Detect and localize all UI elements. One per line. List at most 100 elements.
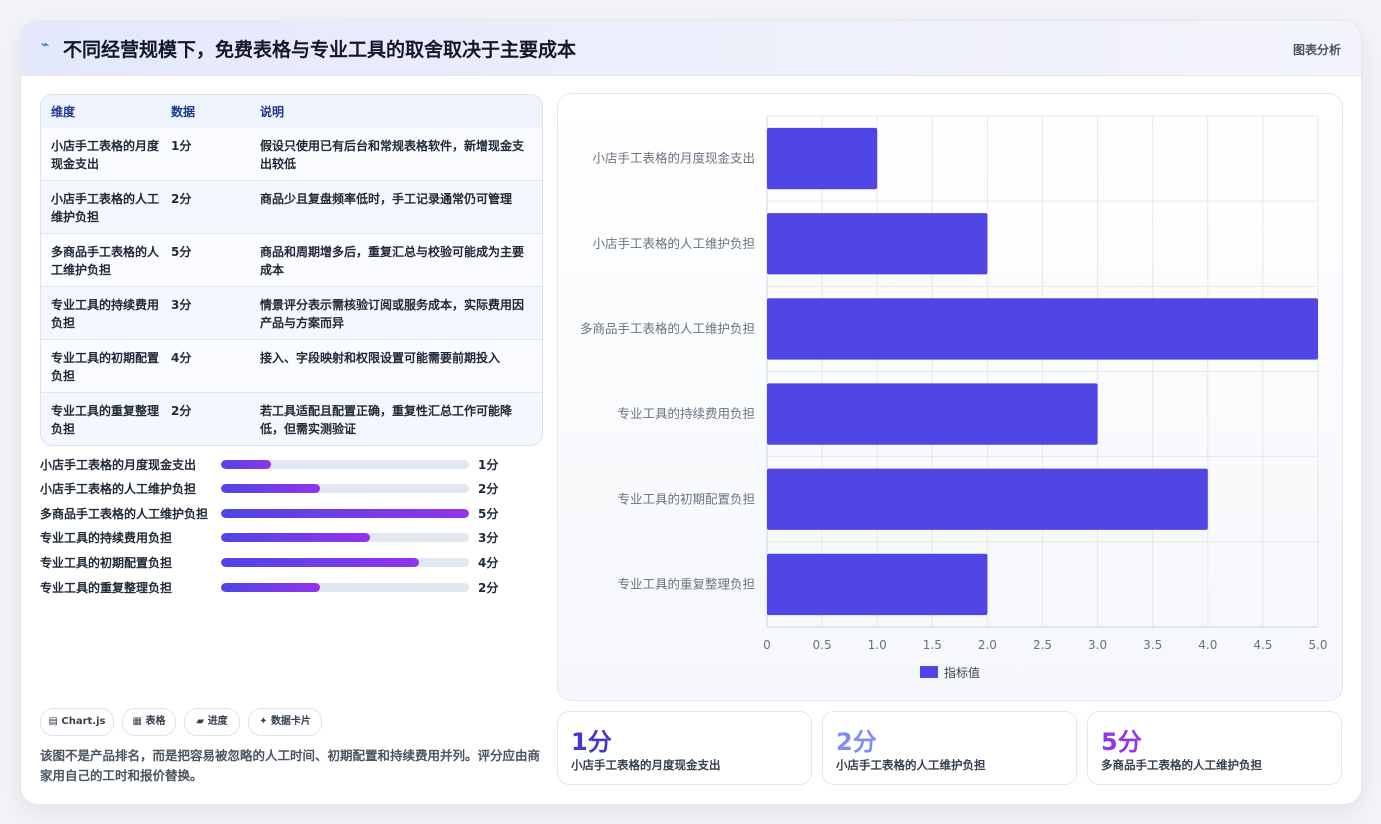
progress-icon: ▰ bbox=[196, 716, 205, 727]
chip-label: 数据卡片 bbox=[270, 716, 311, 727]
progress-value: 1分 bbox=[478, 458, 499, 472]
progress-label: 小店手工表格的月度现金支出 bbox=[40, 458, 197, 472]
progress-label: 专业工具的重复整理负担 bbox=[40, 581, 173, 595]
table-cell-dimension: 专业工具的持续费用负担 bbox=[51, 298, 160, 330]
x-tick-label: 0.5 bbox=[813, 638, 832, 652]
table-cell-dimension: 专业工具的初期配置负担 bbox=[51, 351, 160, 383]
progress-fill bbox=[221, 533, 370, 542]
progress-row: 多商品手工表格的人工维护负担 5分 bbox=[40, 504, 520, 522]
progress-label: 多商品手工表格的人工维护负担 bbox=[40, 507, 209, 521]
y-tick-label: 专业工具的持续费用负担 bbox=[617, 406, 755, 421]
x-tick-label: 4.0 bbox=[1198, 638, 1217, 652]
table-cell-dimension: 多商品手工表格的人工维护负担 bbox=[51, 245, 160, 277]
table-icon: ▦ bbox=[132, 716, 142, 727]
progress-value: 5分 bbox=[478, 507, 499, 521]
chip-data-cards[interactable]: ✦ 数据卡片 bbox=[248, 708, 322, 736]
table-header-description: 说明 bbox=[260, 105, 285, 119]
data-table: 维度 数据 说明 小店手工表格的月度现金支出 1分 假设只使用已有后台和常规表格… bbox=[40, 94, 543, 446]
legend-label: 指标值 bbox=[944, 665, 980, 680]
table-row: 专业工具的持续费用负担 3分 情景评分表示需核验订阅或服务成本，实际费用因产品与… bbox=[41, 287, 542, 340]
bar-chart-panel: 0 0.5 1.0 1.5 2.0 2.5 3.0 3.5 4.0 4.5 5.0 小店手工表格的月度… bbox=[557, 93, 1343, 701]
chip-label: 进度 bbox=[207, 716, 228, 727]
progress-row: 专业工具的初期配置负担 4分 bbox=[40, 553, 520, 571]
progress-fill bbox=[221, 460, 271, 469]
table-cell-description: 商品和周期增多后，重复汇总与校验可能成为主要成本 bbox=[260, 245, 525, 277]
dashboard-card: ⌁ 不同经营规模下，免费表格与专业工具的取舍取决于主要成本 图表分析 维度 数据… bbox=[20, 20, 1362, 805]
x-tick-label: 4.5 bbox=[1253, 638, 1272, 652]
progress-fill bbox=[221, 509, 469, 518]
stat-value: 2分 bbox=[836, 728, 877, 756]
y-tick-label: 专业工具的初期配置负担 bbox=[617, 491, 755, 506]
table-cell-value: 2分 bbox=[171, 404, 192, 418]
progress-value: 4分 bbox=[478, 556, 499, 570]
page-title: 不同经营规模下，免费表格与专业工具的取舍取决于主要成本 bbox=[63, 39, 577, 61]
x-tick-label: 2.0 bbox=[978, 638, 997, 652]
x-tick-label: 3.0 bbox=[1088, 638, 1107, 652]
progress-label: 专业工具的初期配置负担 bbox=[40, 556, 173, 570]
progress-track bbox=[221, 583, 469, 592]
y-tick-label: 多商品手工表格的人工维护负担 bbox=[580, 321, 755, 336]
chart-note: 该图不是产品排名，而是把容易被忽略的人工时间、初期配置和持续费用并列。评分应由商… bbox=[40, 748, 541, 783]
progress-row: 小店手工表格的人工维护负担 2分 bbox=[40, 479, 520, 497]
progress-label: 小店手工表格的人工维护负担 bbox=[40, 482, 197, 496]
progress-row: 专业工具的持续费用负担 3分 bbox=[40, 528, 520, 546]
table-cell-value: 4分 bbox=[171, 351, 192, 365]
x-tick-label: 2.5 bbox=[1033, 638, 1052, 652]
table-cell-description: 情景评分表示需核验订阅或服务成本，实际费用因产品与方案而异 bbox=[260, 298, 525, 330]
chart-icon: ▤ bbox=[48, 716, 58, 727]
progress-track bbox=[221, 509, 469, 518]
table-cell-value: 2分 bbox=[171, 192, 192, 206]
progress-label: 专业工具的持续费用负担 bbox=[40, 531, 173, 545]
stat-card: 5分 多商品手工表格的人工维护负担 bbox=[1087, 711, 1342, 785]
table-cell-description: 假设只使用已有后台和常规表格软件，新增现金支出较低 bbox=[260, 139, 525, 171]
bar bbox=[767, 383, 1098, 445]
sparkle-icon: ✦ bbox=[259, 716, 268, 727]
bar bbox=[767, 213, 988, 275]
bar bbox=[767, 553, 988, 616]
stat-label: 小店手工表格的人工维护负担 bbox=[836, 758, 986, 772]
table-cell-value: 3分 bbox=[171, 298, 192, 312]
table-header-data: 数据 bbox=[171, 105, 196, 119]
table-cell-description: 商品少且复盘频率低时，手工记录通常仍可管理 bbox=[260, 192, 513, 206]
table-cell-dimension: 专业工具的重复整理负担 bbox=[51, 404, 160, 436]
chip-label: 表格 bbox=[145, 716, 166, 727]
table-row: 专业工具的初期配置负担 4分 接入、字段映射和权限设置可能需要前期投入 bbox=[41, 340, 542, 393]
progress-track bbox=[221, 533, 469, 542]
x-tick-label: 1.5 bbox=[923, 638, 942, 652]
chip-table[interactable]: ▦ 表格 bbox=[122, 708, 176, 736]
table-cell-value: 5分 bbox=[171, 245, 192, 259]
table-row: 小店手工表格的人工维护负担 2分 商品少且复盘频率低时，手工记录通常仍可管理 bbox=[41, 181, 542, 234]
stat-value: 1分 bbox=[571, 728, 612, 756]
chip-chartjs[interactable]: ▤ Chart.js bbox=[40, 708, 114, 736]
x-tick-label: 5.0 bbox=[1308, 638, 1327, 652]
progress-fill bbox=[221, 583, 321, 592]
stat-card: 2分 小店手工表格的人工维护负担 bbox=[822, 711, 1077, 785]
table-cell-value: 1分 bbox=[171, 139, 192, 153]
progress-row: 小店手工表格的月度现金支出 1分 bbox=[40, 455, 520, 473]
header-bar: ⌁ 不同经营规模下，免费表格与专业工具的取舍取决于主要成本 图表分析 bbox=[21, 21, 1361, 76]
table-row: 多商品手工表格的人工维护负担 5分 商品和周期增多后，重复汇总与校验可能成为主要… bbox=[41, 234, 542, 287]
x-tick-label: 0 bbox=[763, 638, 771, 652]
progress-fill bbox=[221, 558, 420, 567]
table-header-row: 维度 数据 说明 bbox=[41, 95, 542, 129]
table-row: 专业工具的重复整理负担 2分 若工具适配且配置正确，重复性汇总工作可能降低，但需… bbox=[41, 393, 542, 445]
chip-progress[interactable]: ▰ 进度 bbox=[184, 708, 240, 736]
bar bbox=[767, 468, 1208, 530]
chart-line-icon: ⌁ bbox=[41, 37, 50, 53]
progress-fill bbox=[221, 484, 321, 493]
progress-value: 3分 bbox=[478, 531, 499, 545]
x-tick-label: 1.0 bbox=[868, 638, 887, 652]
progress-value: 2分 bbox=[478, 482, 499, 496]
table-cell-dimension: 小店手工表格的月度现金支出 bbox=[51, 139, 160, 171]
table-cell-description: 接入、字段映射和权限设置可能需要前期投入 bbox=[260, 351, 501, 365]
stat-label: 多商品手工表格的人工维护负担 bbox=[1101, 758, 1262, 772]
stat-value: 5分 bbox=[1101, 728, 1142, 756]
legend-swatch bbox=[920, 666, 938, 678]
progress-row: 专业工具的重复整理负担 2分 bbox=[40, 578, 520, 596]
y-tick-label: 小店手工表格的月度现金支出 bbox=[592, 151, 755, 166]
bar bbox=[767, 127, 878, 190]
chip-label: Chart.js bbox=[61, 716, 106, 727]
table-cell-dimension: 小店手工表格的人工维护负担 bbox=[51, 192, 160, 224]
stat-label: 小店手工表格的月度现金支出 bbox=[571, 758, 721, 772]
progress-value: 2分 bbox=[478, 581, 499, 595]
